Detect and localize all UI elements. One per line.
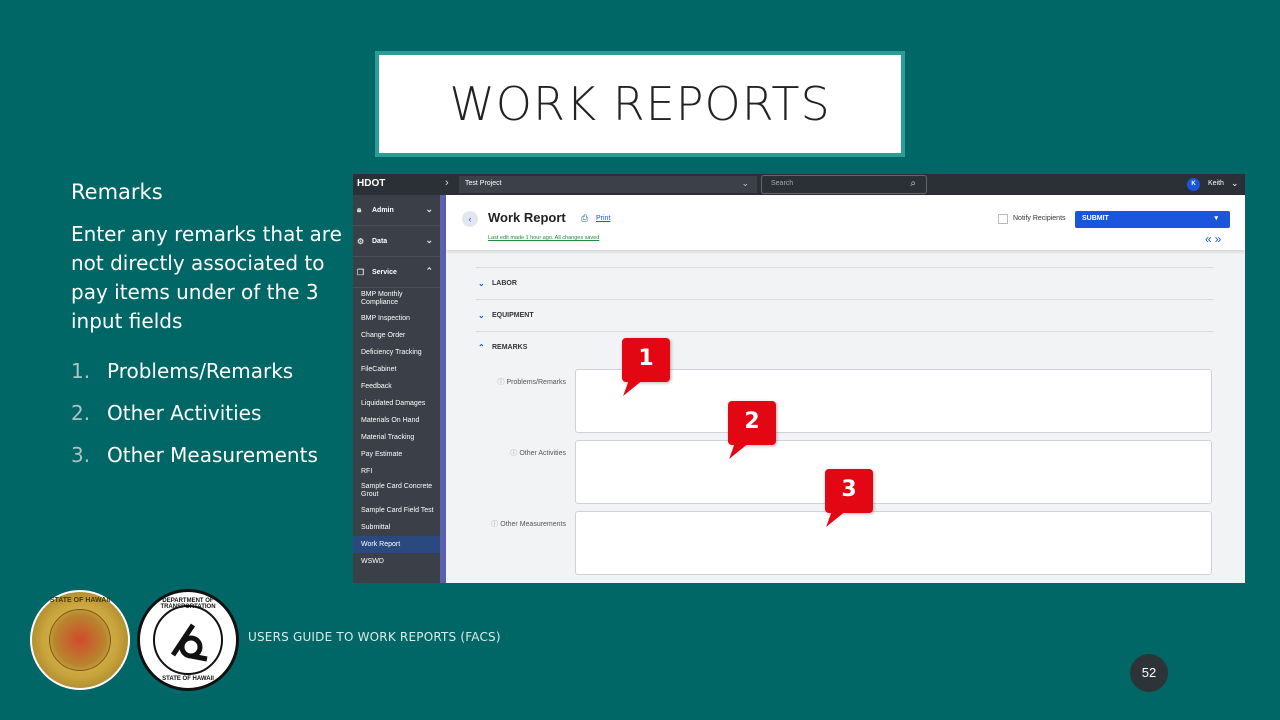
- sidebar-item[interactable]: RFI: [353, 463, 440, 480]
- page-header: ‹ Work Report ⎙ Print Last edit made 1 h…: [446, 195, 1245, 250]
- page-title: Work Report: [488, 210, 566, 225]
- slide-title-box: WORK REPORTS: [375, 51, 905, 157]
- sidebar-item[interactable]: BMP Inspection: [353, 310, 440, 327]
- project-selector[interactable]: Test Project ⌄: [459, 176, 757, 193]
- list-item: 2. Other Activities: [71, 401, 262, 425]
- other-measurements-label: ⓘ Other Measurements: [491, 521, 566, 528]
- lock-icon: 🔒︎: [357, 205, 362, 214]
- copy-icon: ❐: [357, 267, 365, 277]
- search-icon[interactable]: ⌕: [910, 178, 916, 189]
- section-remarks[interactable]: ⌃ REMARKS: [476, 331, 1214, 363]
- sidebar: 🔒︎ Admin ⌄ ⚙ Data ⌄ ❐ Service ⌃ BMP Mont…: [353, 195, 446, 583]
- problems-remarks-label: ⓘ Problems/Remarks: [497, 379, 566, 386]
- chevron-down-icon[interactable]: ⌄: [1231, 178, 1239, 189]
- chevron-up-icon: ⌃: [478, 343, 485, 352]
- dot-seal: DEPARTMENT OF TRANSPORTATION STATE OF HA…: [137, 589, 239, 691]
- notify-recipients-label: Notify Recipients: [1013, 215, 1066, 222]
- sidebar-item-list: BMP Monthly Compliance BMP Inspection Chan…: [353, 288, 440, 570]
- section-equipment[interactable]: ⌄ EQUIPMENT: [476, 299, 1214, 331]
- chevron-down-icon: ⌄: [425, 204, 433, 214]
- sidebar-item[interactable]: Materials On Hand: [353, 412, 440, 429]
- user-name[interactable]: Keith: [1208, 180, 1224, 187]
- chevron-down-icon: ⌄: [478, 311, 485, 320]
- sidebar-item[interactable]: Sample Card Concrete Grout: [353, 480, 440, 502]
- state-of-hawaii-seal: STATE OF HAWAII: [30, 590, 130, 690]
- sidebar-item[interactable]: Deficiency Tracking: [353, 344, 440, 361]
- notify-recipients-checkbox[interactable]: [998, 214, 1008, 224]
- other-activities-label: ⓘ Other Activities: [510, 450, 566, 457]
- remarks-description: Remarks Enter any remarks that are not d…: [71, 180, 351, 476]
- sidebar-item[interactable]: Sample Card Field Test: [353, 502, 440, 519]
- sidebar-group-service[interactable]: ❐ Service ⌃: [353, 257, 440, 288]
- sidebar-group-data[interactable]: ⚙ Data ⌄: [353, 226, 440, 257]
- chevron-down-icon: ⌄: [741, 178, 749, 188]
- slide-title: WORK REPORTS: [449, 77, 831, 131]
- info-icon: ⓘ: [497, 379, 505, 386]
- callout-2: 2: [728, 401, 776, 445]
- main-content: ‹ Work Report ⎙ Print Last edit made 1 h…: [446, 195, 1245, 583]
- sidebar-item[interactable]: Liquidated Damages: [353, 395, 440, 412]
- interchange-icon: [170, 623, 208, 662]
- sidebar-group-admin[interactable]: 🔒︎ Admin ⌄: [353, 195, 440, 226]
- list-item: 1. Problems/Remarks: [71, 359, 294, 383]
- callout-1: 1: [622, 338, 670, 382]
- save-status[interactable]: Last edit made 1 hour ago. All changes s…: [488, 235, 599, 241]
- sidebar-item[interactable]: Pay Estimate: [353, 446, 440, 463]
- printer-icon[interactable]: ⎙: [581, 213, 588, 224]
- search-input[interactable]: Search ⌕: [761, 175, 927, 194]
- gears-icon: ⚙: [357, 236, 365, 246]
- chevron-down-icon: ⌄: [478, 279, 485, 288]
- app-screenshot: HDOT › Test Project ⌄ Search ⌕ K Keith ⌄…: [353, 174, 1245, 583]
- caret-down-icon: ▾: [1214, 215, 1218, 222]
- print-link[interactable]: Print: [596, 215, 610, 222]
- chevron-up-icon: ⌃: [425, 266, 433, 276]
- section-labor[interactable]: ⌄ LABOR: [476, 267, 1214, 299]
- callout-3: 3: [825, 469, 873, 513]
- sidebar-item[interactable]: BMP Monthly Compliance: [353, 288, 440, 310]
- page-number: 52: [1130, 654, 1168, 692]
- sidebar-item[interactable]: Work Report: [353, 536, 440, 553]
- submit-button[interactable]: SUBMIT ▾: [1075, 211, 1230, 228]
- seal-emblem: [49, 609, 111, 671]
- other-activities-field[interactable]: [575, 440, 1212, 504]
- other-measurements-field[interactable]: [575, 511, 1212, 575]
- info-icon: ⓘ: [491, 521, 499, 528]
- sidebar-item[interactable]: Change Order: [353, 327, 440, 344]
- app-top-bar: HDOT › Test Project ⌄ Search ⌕ K Keith ⌄: [353, 174, 1245, 195]
- remarks-heading: Remarks: [71, 180, 163, 204]
- problems-remarks-field[interactable]: [575, 369, 1212, 433]
- remarks-field-list: 1. Problems/Remarks 2. Other Activities 3.…: [71, 350, 351, 476]
- list-item: 3. Other Measurements: [71, 443, 318, 467]
- avatar[interactable]: K: [1187, 178, 1200, 191]
- double-chevron-nav-icons[interactable]: «»: [1205, 232, 1224, 246]
- back-icon[interactable]: ‹: [462, 211, 478, 227]
- info-icon: ⓘ: [510, 450, 518, 457]
- project-name: Test Project: [465, 180, 502, 187]
- sidebar-item[interactable]: Material Tracking: [353, 429, 440, 446]
- footer-text: USERS GUIDE TO WORK REPORTS (FACS): [248, 630, 501, 644]
- chevron-down-icon: ⌄: [425, 235, 433, 245]
- sidebar-item[interactable]: Feedback: [353, 378, 440, 395]
- app-brand[interactable]: HDOT: [357, 178, 385, 189]
- remarks-body: Enter any remarks that are not directly …: [71, 222, 342, 333]
- sidebar-item[interactable]: Submittal: [353, 519, 440, 536]
- dot-emblem: [153, 605, 223, 675]
- sidebar-item[interactable]: WSWD: [353, 553, 440, 570]
- sidebar-item[interactable]: FileCabinet: [353, 361, 440, 378]
- chevron-right-icon[interactable]: ›: [445, 177, 449, 189]
